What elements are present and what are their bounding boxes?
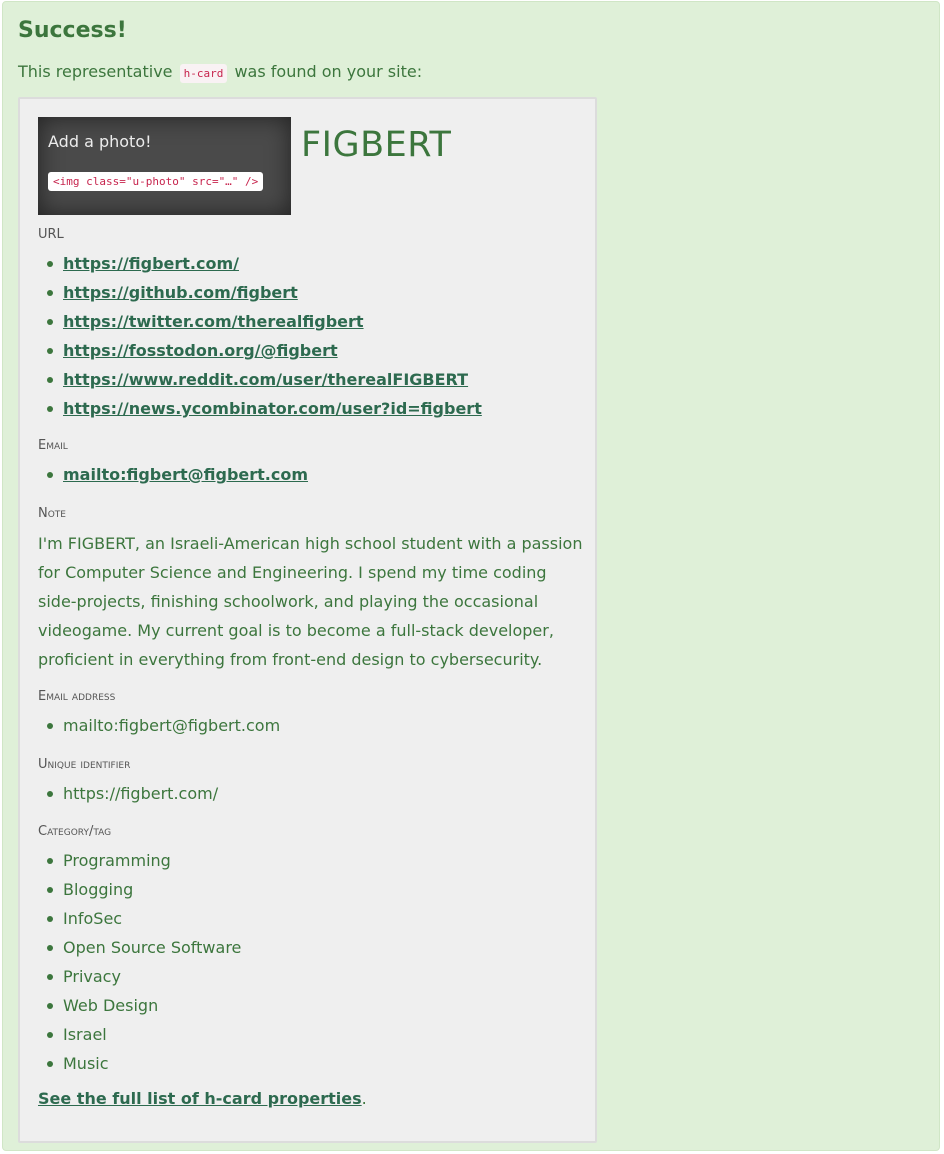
url-label: URL [38, 227, 64, 242]
list-item: https://figbert.com/ [38, 779, 218, 808]
url-link[interactable]: https://www.reddit.com/user/therealFIGBE… [63, 370, 468, 389]
note-label: Note [38, 506, 66, 521]
note-text: I'm FIGBERT, an Israeli-American high sc… [38, 534, 583, 669]
url-link[interactable]: https://news.ycombinator.com/user?id=fig… [63, 399, 482, 418]
email-link[interactable]: mailto:figbert@figbert.com [63, 465, 308, 484]
list-item: Israel [38, 1020, 241, 1049]
alert-lead: This representative h-card was found on … [18, 62, 423, 83]
list-item: Music [38, 1049, 241, 1078]
list-item: mailto:figbert@figbert.com [38, 460, 308, 489]
list-item: Blogging [38, 875, 241, 904]
list-item: https://twitter.com/therealfigbert [38, 307, 482, 336]
uid-list: https://figbert.com/ [38, 779, 218, 808]
url-link[interactable]: https://twitter.com/therealfigbert [63, 312, 364, 331]
email-list: mailto:figbert@figbert.com [38, 460, 308, 489]
url-link[interactable]: https://figbert.com/ [63, 254, 239, 273]
list-item: Open Source Software [38, 933, 241, 962]
photo-placeholder: Add a photo! <img class="u-photo" src="…… [38, 117, 291, 215]
footer-line: See the full list of h-card properties. [38, 1089, 367, 1108]
list-item: https://figbert.com/ [38, 249, 482, 278]
list-item: https://github.com/figbert [38, 278, 482, 307]
alert-title: Success! [18, 18, 127, 43]
list-item: https://news.ycombinator.com/user?id=fig… [38, 394, 482, 423]
url-link[interactable]: https://github.com/figbert [63, 283, 298, 302]
category-list: Programming Blogging InfoSec Open Source… [38, 846, 241, 1078]
footer-period: . [361, 1089, 367, 1108]
uid-label: Unique identifier [38, 757, 131, 772]
category-label: Category/tag [38, 824, 112, 839]
url-link[interactable]: https://fosstodon.org/@figbert [63, 341, 338, 360]
list-item: Web Design [38, 991, 241, 1020]
photo-code-snippet: <img class="u-photo" src="…" /> [48, 172, 264, 191]
url-list: https://figbert.com/ https://github.com/… [38, 249, 482, 423]
list-item: mailto:figbert@figbert.com [38, 711, 280, 740]
list-item: Programming [38, 846, 241, 875]
list-item: Privacy [38, 962, 241, 991]
card-name: FIGBERT [301, 125, 452, 165]
h-card-preview: Add a photo! <img class="u-photo" src="…… [18, 97, 597, 1143]
list-item: https://fosstodon.org/@figbert [38, 336, 482, 365]
email-label: Email [38, 438, 68, 453]
lead-text-after: was found on your site: [234, 62, 423, 81]
success-alert: Success! This representative h-card was … [2, 1, 940, 1151]
photo-placeholder-label: Add a photo! [48, 132, 152, 151]
email-address-label: Email address [38, 689, 116, 704]
email-address-list: mailto:figbert@figbert.com [38, 711, 280, 740]
list-item: https://www.reddit.com/user/therealFIGBE… [38, 365, 482, 394]
h-card-properties-link[interactable]: See the full list of h-card properties [38, 1089, 362, 1108]
lead-text-before: This representative [18, 62, 173, 81]
list-item: InfoSec [38, 904, 241, 933]
h-card-code: h-card [179, 64, 228, 83]
